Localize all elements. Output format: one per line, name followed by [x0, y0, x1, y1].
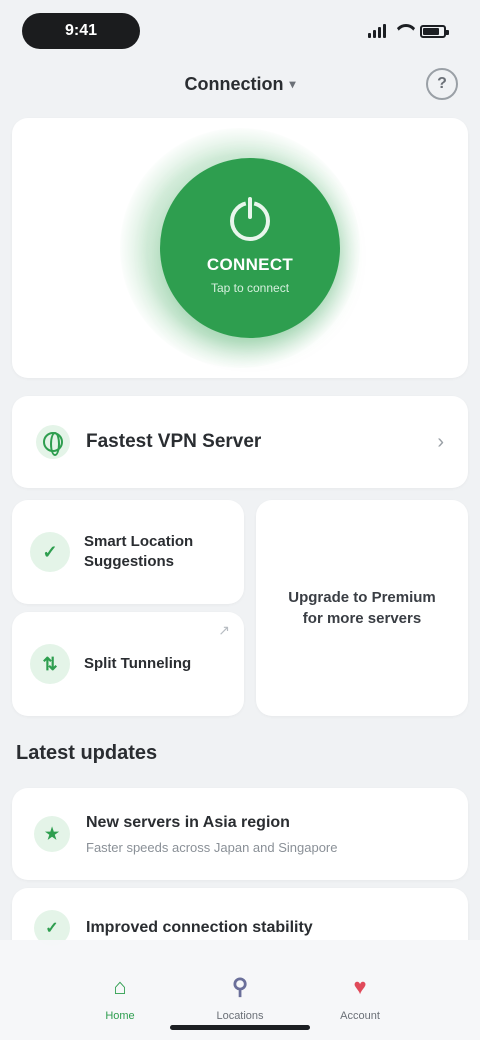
chevron-down-icon: ▾	[289, 77, 296, 91]
location-selector[interactable]: Fastest VPN Server ›	[12, 396, 468, 488]
wifi-icon	[394, 24, 412, 38]
location-label: Fastest VPN Server	[86, 431, 262, 452]
promo-label: Upgrade to Premium for more servers	[288, 589, 436, 627]
external-arrow-icon: ↗	[218, 622, 230, 638]
time-pill: 9:41	[22, 13, 140, 49]
chevron-right-icon: ›	[437, 430, 444, 453]
connect-label: CONNECT	[206, 255, 294, 274]
news-title: New servers in Asia region	[86, 813, 290, 831]
help-button[interactable]: ?	[426, 68, 458, 100]
status-icons	[368, 24, 449, 38]
tab-label: Locations	[216, 1010, 264, 1022]
news-body: New servers in Asia region Faster speeds…	[86, 814, 446, 855]
connect-card: CONNECT Tap to connect	[12, 118, 468, 378]
tab-locations[interactable]: ⚲ Locations	[195, 970, 285, 1022]
news-title: Improved connection stability	[86, 919, 313, 936]
star-icon: ★	[34, 816, 70, 852]
status-bar: 9:41	[0, 0, 480, 62]
power-icon	[230, 197, 270, 241]
home-indicator	[170, 1025, 310, 1030]
tab-account[interactable]: ♥ Account	[315, 970, 405, 1022]
news-item[interactable]: ★ New servers in Asia region Faster spee…	[12, 788, 468, 880]
feature-label: Smart Location Suggestions	[84, 532, 194, 570]
tab-label: Home	[105, 1010, 135, 1022]
battery-icon	[420, 24, 449, 38]
page-title[interactable]: Connection ▾	[184, 74, 295, 95]
section-title: Latest updates	[16, 742, 158, 764]
status-time: 9:41	[64, 22, 98, 39]
globe-icon	[36, 425, 70, 459]
tab-home[interactable]: ⌂ Home	[75, 970, 165, 1022]
cellular-signal-icon	[368, 24, 386, 38]
split-arrows-icon: ⇅	[30, 644, 70, 684]
news-description: Faster speeds across Japan and Singapore	[86, 839, 338, 855]
location-pin-icon: ⚲	[231, 974, 249, 999]
tab-label: Account	[340, 1010, 380, 1022]
top-nav: Connection ▾ ?	[0, 62, 480, 106]
feature-card-split-tunneling[interactable]: ⇅ Split Tunneling ↗	[12, 612, 244, 716]
promo-card[interactable]: Upgrade to Premium for more servers	[256, 500, 468, 716]
connect-sublabel: Tap to connect	[210, 281, 290, 295]
news-body: Improved connection stability	[86, 919, 446, 937]
page-title-text: Connection	[184, 73, 284, 94]
check-icon: ✓	[30, 532, 70, 572]
feature-label: Split Tunneling	[84, 654, 192, 672]
tab-bar: ⌂ Home ⚲ Locations ♥ Account	[0, 940, 480, 1040]
home-icon: ⌂	[113, 974, 127, 999]
feature-card-suggestions[interactable]: ✓ Smart Location Suggestions	[12, 500, 244, 604]
heart-icon: ♥	[353, 974, 367, 999]
connect-button[interactable]: CONNECT Tap to connect	[160, 158, 340, 338]
